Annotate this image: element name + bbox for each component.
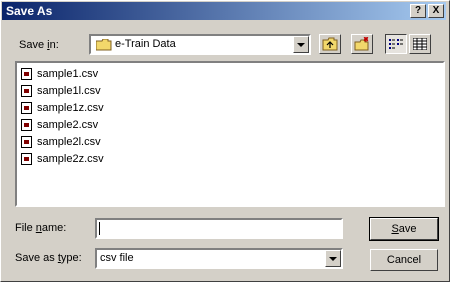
csv-file-icon	[21, 153, 32, 165]
up-folder-button[interactable]	[319, 34, 341, 54]
csv-file-icon	[21, 85, 32, 97]
text-caret	[99, 222, 100, 235]
list-view-icon	[389, 39, 403, 49]
save-button-key: S	[391, 223, 399, 235]
new-folder-icon	[354, 37, 369, 51]
file-list[interactable]: sample1.csv sample1l.csv sample1z.csv sa…	[15, 61, 445, 207]
details-view-icon	[413, 38, 427, 50]
save-in-label-pre: Save	[19, 39, 48, 51]
save-as-type-dropdown-button[interactable]	[325, 250, 341, 267]
save-as-dialog: Save As ? X Save in: e-Train Data sample…	[0, 0, 450, 282]
save-as-type-label-post: ype:	[60, 252, 82, 264]
file-name: sample2.csv	[37, 119, 99, 131]
save-in-label: Save in:	[19, 39, 59, 51]
up-folder-icon	[322, 37, 338, 51]
help-button[interactable]: ?	[410, 4, 426, 18]
cancel-button[interactable]: Cancel	[370, 249, 438, 271]
csv-file-icon	[21, 136, 32, 148]
folder-icon	[96, 39, 112, 51]
dialog-title: Save As	[6, 4, 53, 18]
save-as-type-label: Save as type:	[15, 252, 82, 264]
new-folder-button[interactable]	[351, 34, 373, 54]
save-as-type-value: csv file	[100, 252, 134, 264]
file-name: sample1.csv	[37, 68, 99, 80]
file-name: sample1z.csv	[37, 102, 104, 114]
file-name-input[interactable]	[95, 218, 343, 239]
save-in-dropdown-button[interactable]	[293, 36, 309, 53]
csv-file-icon	[21, 68, 32, 80]
file-name: sample2z.csv	[37, 153, 104, 165]
csv-file-icon	[21, 102, 32, 114]
close-button[interactable]: X	[428, 4, 444, 18]
title-bar: Save As ? X	[2, 2, 446, 20]
file-name: sample2l.csv	[37, 136, 101, 148]
file-name-label-post: ame:	[41, 222, 67, 234]
csv-file-icon	[21, 119, 32, 131]
save-as-type-combo[interactable]: csv file	[95, 248, 343, 269]
file-name-label-pre: File	[15, 222, 36, 234]
save-as-type-label-pre: Save as	[15, 252, 58, 264]
save-button-label: ave	[398, 223, 417, 235]
details-view-button[interactable]	[409, 34, 431, 54]
list-view-button[interactable]	[385, 34, 407, 54]
file-name: sample1l.csv	[37, 85, 101, 97]
save-in-label-post: n:	[49, 39, 59, 51]
file-name-label: File name:	[15, 222, 66, 234]
save-button[interactable]: Save	[369, 217, 439, 241]
save-in-value: e-Train Data	[115, 38, 176, 50]
save-in-combo[interactable]: e-Train Data	[89, 34, 311, 55]
